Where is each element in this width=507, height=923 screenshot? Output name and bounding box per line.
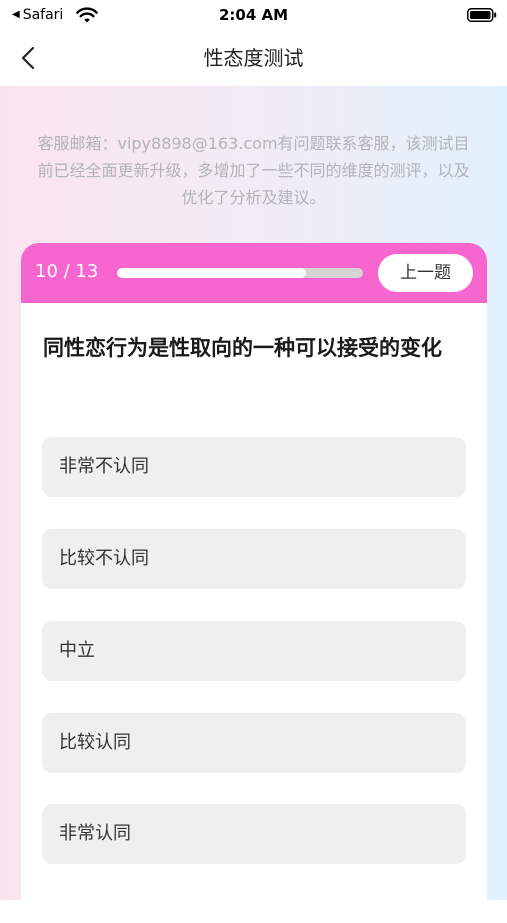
progress-bar <box>117 268 363 278</box>
option-label: 比较不认同 <box>59 548 149 569</box>
option-label: 比较认同 <box>59 732 131 753</box>
option-strongly-disagree[interactable]: 非常不认同 <box>42 437 466 497</box>
navigation-bar: 性态度测试 <box>0 30 507 86</box>
option-label: 非常不认同 <box>59 456 149 477</box>
card-header: 10 / 13 上一题 <box>21 243 487 303</box>
option-somewhat-agree[interactable]: 比较认同 <box>42 713 466 773</box>
page-title: 性态度测试 <box>203 46 304 70</box>
option-label: 非常认同 <box>59 823 131 844</box>
previous-question-button[interactable]: 上一题 <box>378 254 473 292</box>
question-card: 10 / 13 上一题 同性恋行为是性取向的一种可以接受的变化 非常不认同 比较… <box>21 243 487 923</box>
option-label: 中立 <box>59 640 95 661</box>
option-somewhat-disagree[interactable]: 比较不认同 <box>42 529 466 589</box>
option-neutral[interactable]: 中立 <box>42 621 466 681</box>
status-time: 2:04 AM <box>218 6 289 24</box>
customer-service-notice: 客服邮箱：vipy8898@163.com有问题联系客服，该测试目前已经全面更新… <box>37 134 470 207</box>
question-text: 同性恋行为是性取向的一种可以接受的变化 <box>43 336 442 360</box>
battery-icon <box>467 8 497 22</box>
option-strongly-agree[interactable]: 非常认同 <box>42 804 466 864</box>
progress-count: 10 / 13 <box>35 261 99 282</box>
progress-fill <box>117 268 307 278</box>
status-bar: ◀ Safari 2:04 AM <box>0 0 507 30</box>
